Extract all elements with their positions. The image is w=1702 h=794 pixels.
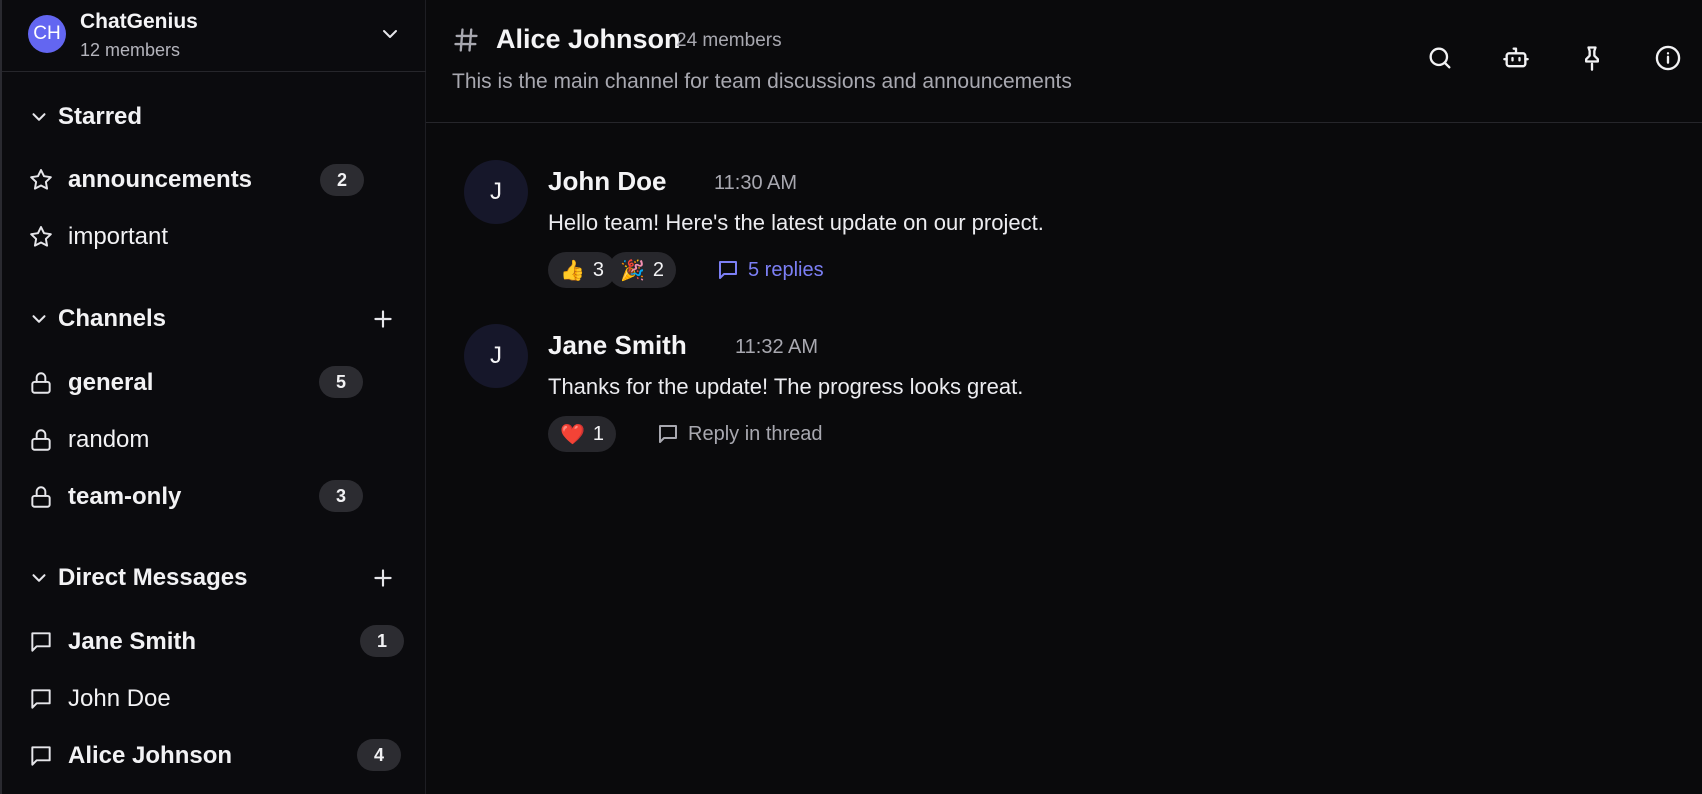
unread-badge: 4 xyxy=(357,739,401,771)
hash-icon xyxy=(454,28,478,52)
channel-member-count[interactable]: 24 members xyxy=(676,30,782,52)
sidebar-item-team-only[interactable]: team-only xyxy=(28,477,181,517)
unread-badge: 2 xyxy=(320,164,364,196)
sidebar-item-label: John Doe xyxy=(68,685,171,712)
info-icon[interactable] xyxy=(1654,44,1682,72)
message-square-icon xyxy=(31,632,51,652)
thread-replies-link[interactable]: 5 replies xyxy=(716,252,824,288)
reply-in-thread-label: Reply in thread xyxy=(688,422,823,445)
chevron-down-icon xyxy=(32,315,46,323)
reply-in-thread-button[interactable]: Reply in thread xyxy=(656,416,823,452)
message-square-icon xyxy=(719,261,737,279)
sidebar: CH ChatGenius 12 members Starred announc… xyxy=(0,0,426,794)
unread-badge: 5 xyxy=(319,366,363,398)
sidebar-item-label: team-only xyxy=(68,483,182,510)
sidebar-item-john-doe[interactable]: John Doe xyxy=(28,679,171,719)
chevron-down-icon xyxy=(32,574,46,582)
section-title: Channels xyxy=(58,305,167,332)
section-channels-toggle[interactable]: Channels xyxy=(28,302,166,336)
sidebar-item-random[interactable]: random xyxy=(28,420,149,460)
reaction-count: 3 xyxy=(592,258,605,281)
section-dms-toggle[interactable]: Direct Messages xyxy=(28,561,247,595)
message-text: Hello team! Here's the latest update on … xyxy=(548,210,1044,235)
lock-icon xyxy=(31,429,51,451)
reaction-count: 1 xyxy=(592,422,605,445)
message-square-icon xyxy=(31,746,51,766)
message-author[interactable]: Jane Smith xyxy=(548,330,687,361)
message-timestamp: 11:30 AM xyxy=(714,172,798,194)
message-timestamp: 11:32 AM xyxy=(735,336,819,358)
unread-badge: 3 xyxy=(319,480,363,512)
star-icon xyxy=(30,169,52,190)
workspace-header[interactable]: CH ChatGenius 12 members xyxy=(2,0,426,72)
workspace-member-count: 12 members xyxy=(80,40,181,60)
workspace-avatar: CH xyxy=(28,15,66,53)
avatar[interactable]: J xyxy=(464,160,528,224)
channel-header: Alice Johnson 24 members This is the mai… xyxy=(426,0,1702,123)
sidebar-item-alice-johnson[interactable]: Alice Johnson xyxy=(28,736,232,776)
add-channel-button[interactable] xyxy=(370,306,396,332)
sidebar-item-label: Jane Smith xyxy=(68,628,197,655)
sidebar-item-label: Alice Johnson xyxy=(68,742,233,769)
sidebar-item-label: random xyxy=(68,426,150,453)
sidebar-item-important[interactable]: important xyxy=(28,217,168,257)
sidebar-item-announcements[interactable]: announcements xyxy=(28,160,252,200)
star-icon xyxy=(30,226,52,247)
search-icon[interactable] xyxy=(1426,44,1454,72)
chevron-down-icon xyxy=(32,113,46,121)
unread-badge: 1 xyxy=(360,625,404,657)
pin-icon[interactable] xyxy=(1578,44,1606,72)
channel-title: Alice Johnson xyxy=(496,24,681,54)
add-dm-button[interactable] xyxy=(370,565,396,591)
channel-description: This is the main channel for team discus… xyxy=(452,70,1072,93)
section-starred-toggle[interactable]: Starred xyxy=(28,100,142,134)
workspace-name: ChatGenius xyxy=(80,10,198,33)
message-author[interactable]: John Doe xyxy=(548,166,666,197)
reaction-party[interactable]: 🎉 2 xyxy=(608,252,677,288)
reaction-emoji: ❤️ xyxy=(560,423,585,446)
section-title: Starred xyxy=(58,103,143,130)
message-square-icon xyxy=(31,689,51,709)
reaction-thumbs-up[interactable]: 👍 3 xyxy=(548,252,617,288)
bot-icon[interactable] xyxy=(1502,44,1530,72)
main-panel: Alice Johnson 24 members This is the mai… xyxy=(426,0,1702,794)
section-title: Direct Messages xyxy=(58,564,248,591)
app-window: CH ChatGenius 12 members Starred announc… xyxy=(0,0,1702,794)
avatar[interactable]: J xyxy=(464,324,528,388)
sidebar-item-general[interactable]: general xyxy=(28,363,153,403)
lock-icon xyxy=(31,372,51,394)
sidebar-item-label: announcements xyxy=(68,166,253,193)
lock-icon xyxy=(31,486,51,508)
thread-replies-label: 5 replies xyxy=(748,258,824,281)
reaction-heart[interactable]: ❤️ 1 xyxy=(548,416,617,452)
reaction-emoji: 👍 xyxy=(560,259,585,282)
sidebar-item-label: important xyxy=(68,223,169,250)
message-square-icon xyxy=(659,425,677,443)
reaction-count: 2 xyxy=(652,258,665,281)
chevron-down-icon[interactable] xyxy=(378,22,402,46)
reaction-emoji: 🎉 xyxy=(620,259,645,282)
sidebar-item-jane-smith[interactable]: Jane Smith xyxy=(28,622,196,662)
message-text: Thanks for the update! The progress look… xyxy=(548,374,1024,399)
sidebar-item-label: general xyxy=(68,369,154,396)
